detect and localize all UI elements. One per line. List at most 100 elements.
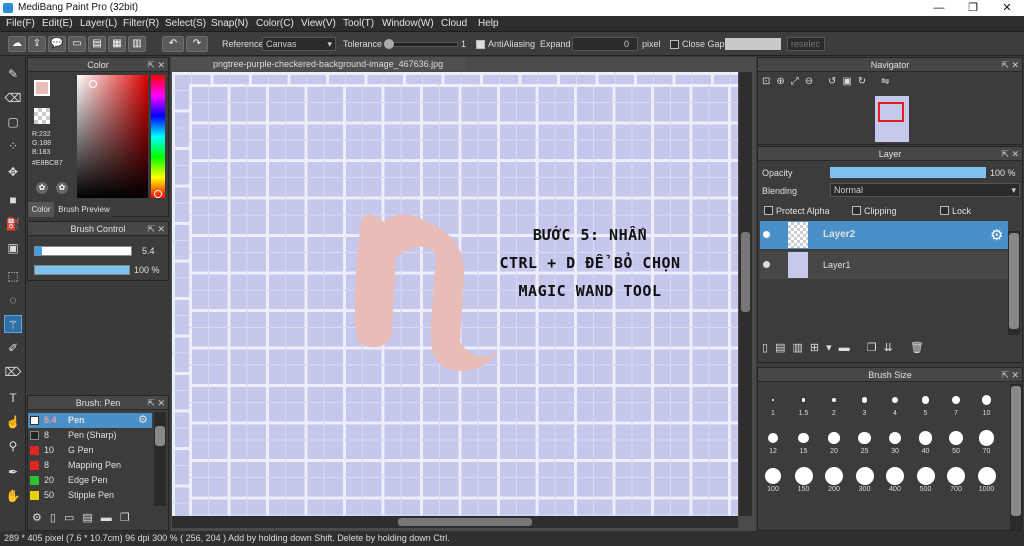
menu-select[interactable]: Select(S) — [165, 18, 206, 29]
brush-size-option[interactable]: 50 — [941, 422, 971, 458]
palette-add-icon[interactable]: ✿ — [56, 182, 68, 194]
brush-size-option[interactable]: 4 — [880, 384, 910, 420]
brush-size-option[interactable]: 20 — [819, 422, 849, 458]
clipping-checkbox[interactable] — [852, 206, 861, 215]
rectangle-tool-icon[interactable]: ▢ — [4, 113, 22, 131]
panel-close-icon[interactable]: ⇱ ✕ — [1001, 368, 1019, 382]
new-8bit-layer-icon[interactable]: ▥ — [792, 342, 809, 354]
antialiasing-checkbox[interactable] — [476, 40, 485, 49]
brush-settings-icon[interactable]: ⚙ — [32, 512, 50, 524]
dot-tool-icon[interactable]: ⁘ — [4, 137, 22, 155]
menu-cloud[interactable]: Cloud — [441, 18, 467, 29]
duplicate-layer-icon[interactable]: ❐ — [867, 342, 884, 354]
new-halftone-layer-icon[interactable]: ▤ — [775, 342, 792, 354]
brush-size-scrollbar[interactable] — [1010, 384, 1022, 530]
navigator-viewport-box[interactable] — [878, 102, 904, 122]
list-item[interactable]: 5.4 Pen ⚙ — [28, 413, 152, 428]
brush-size-slider[interactable] — [34, 246, 132, 256]
list-item[interactable]: 8 Pen (Sharp) — [28, 428, 152, 443]
canvas-vertical-scrollbar[interactable] — [739, 72, 752, 516]
brush-size-option[interactable]: 15 — [789, 422, 819, 458]
brush-size-option[interactable]: 200 — [819, 460, 849, 496]
list-item[interactable]: 50 Stipple Pen — [28, 488, 152, 503]
add-brush-icon[interactable]: ▭ — [64, 512, 82, 524]
brush-size-option[interactable]: 10 — [972, 384, 1002, 420]
tab-color[interactable]: Color — [28, 202, 54, 217]
brush-size-option[interactable]: 5 — [911, 384, 941, 420]
brush-size-option[interactable]: 7 — [941, 384, 971, 420]
brush-list-scrollbar[interactable] — [154, 412, 166, 506]
blending-select[interactable]: Normal ▾ — [830, 183, 1020, 197]
zoom-fit-icon[interactable]: ⊡ — [762, 76, 776, 87]
eyedropper-tool-icon[interactable]: ⚲ — [4, 437, 22, 455]
select-eraser-tool-icon[interactable]: ⌦ — [4, 363, 22, 381]
duplicate-icon[interactable]: ❐ — [120, 512, 138, 524]
hue-slider-handle[interactable] — [154, 190, 162, 198]
flip-icon[interactable]: ⇋ — [881, 76, 895, 87]
panel-close-icon[interactable]: ⇱ ✕ — [147, 396, 165, 410]
menu-file[interactable]: File(F) — [6, 18, 35, 29]
brush-size-option[interactable]: 1.5 — [789, 384, 819, 420]
menu-filter[interactable]: Filter(R) — [123, 18, 159, 29]
navigator-thumbnail[interactable] — [875, 96, 909, 142]
scrollbar-thumb[interactable] — [155, 426, 165, 446]
merge-down-icon[interactable]: ⇊ — [884, 342, 900, 354]
menu-help[interactable]: Help — [478, 18, 499, 29]
scrollbar-thumb[interactable] — [1009, 233, 1019, 329]
brush-size-option[interactable]: 150 — [789, 460, 819, 496]
brush-size-option[interactable]: 3 — [850, 384, 880, 420]
cloud-icon[interactable]: ☁ — [8, 36, 26, 52]
brush-size-option[interactable]: 12 — [758, 422, 788, 458]
gradient-tool-icon[interactable]: ▣ — [4, 239, 22, 257]
message-icon[interactable]: ▭ — [68, 36, 86, 52]
brush-size-option[interactable]: 700 — [941, 460, 971, 496]
brush-size-option[interactable]: 1000 — [972, 460, 1002, 496]
document-tab[interactable]: pngtree-purple-checkered-background-imag… — [171, 57, 466, 71]
layer-row-layer2[interactable]: Layer2 ⚙ — [760, 221, 1008, 249]
menu-layer[interactable]: Layer(L) — [80, 18, 117, 29]
panel-close-icon[interactable]: ⇱ ✕ — [147, 222, 165, 236]
lock-checkbox[interactable] — [940, 206, 949, 215]
brush-size-option[interactable]: 300 — [850, 460, 880, 496]
menu-view[interactable]: View(V) — [301, 18, 336, 29]
move-tool-icon[interactable]: ✥ — [4, 163, 22, 181]
minimize-button[interactable]: — — [922, 0, 956, 16]
brush-size-option[interactable]: 30 — [880, 422, 910, 458]
layer-opacity-slider[interactable] — [830, 167, 986, 178]
operation-tool-icon[interactable]: ☝ — [4, 413, 22, 431]
delete-layer-icon[interactable]: 🗑 — [910, 342, 931, 354]
brush-size-option[interactable]: 2 — [819, 384, 849, 420]
menu-window[interactable]: Window(W) — [382, 18, 434, 29]
layer-list-scrollbar[interactable] — [1008, 231, 1020, 335]
rotate-right-icon[interactable]: ↻ — [858, 76, 872, 87]
text-tool-icon[interactable]: T — [4, 389, 22, 407]
folder-icon[interactable]: ▬ — [101, 512, 120, 524]
panel-close-icon[interactable]: ⇱ ✕ — [1001, 58, 1019, 72]
brush-size-option[interactable]: 70 — [972, 422, 1002, 458]
scrollbar-thumb[interactable] — [741, 232, 750, 312]
maximize-button[interactable]: ❐ — [956, 0, 990, 16]
brush-size-option[interactable]: 100 — [758, 460, 788, 496]
menu-color[interactable]: Color(C) — [256, 18, 294, 29]
transparent-swatch[interactable] — [34, 108, 50, 124]
brush-size-option[interactable]: 40 — [911, 422, 941, 458]
brush-size-option[interactable]: 500 — [911, 460, 941, 496]
rotate-left-icon[interactable]: ↺ — [828, 76, 842, 87]
lasso-tool-icon[interactable]: ◌ — [4, 291, 22, 309]
scrollbar-thumb[interactable] — [398, 518, 532, 526]
close-gaps-slider[interactable] — [725, 38, 781, 50]
new-layer-icon[interactable]: ▯ — [762, 342, 775, 354]
magic-wand-tool-icon[interactable]: ⚚ — [4, 315, 22, 333]
color-picker-cursor[interactable] — [89, 80, 97, 88]
brush-tool-icon[interactable]: ✎ — [4, 65, 22, 83]
tolerance-slider-handle[interactable] — [384, 39, 394, 49]
brush-opacity-slider[interactable] — [34, 265, 130, 275]
expand-input[interactable]: 0 — [572, 37, 638, 51]
drawing-canvas[interactable]: BƯỚC 5: NHẤN CTRL + D ĐỂ BỎ CHỌN MAGIC W… — [172, 72, 738, 516]
hand-tool-icon[interactable]: ✋ — [4, 487, 22, 505]
canvas-horizontal-scrollbar[interactable] — [172, 516, 738, 528]
reference-select[interactable]: Canvas ▾ — [262, 37, 336, 51]
reselect-button[interactable]: reselec — [787, 37, 825, 51]
brush-size-option[interactable]: 400 — [880, 460, 910, 496]
palette-icon[interactable]: ✿ — [36, 182, 48, 194]
